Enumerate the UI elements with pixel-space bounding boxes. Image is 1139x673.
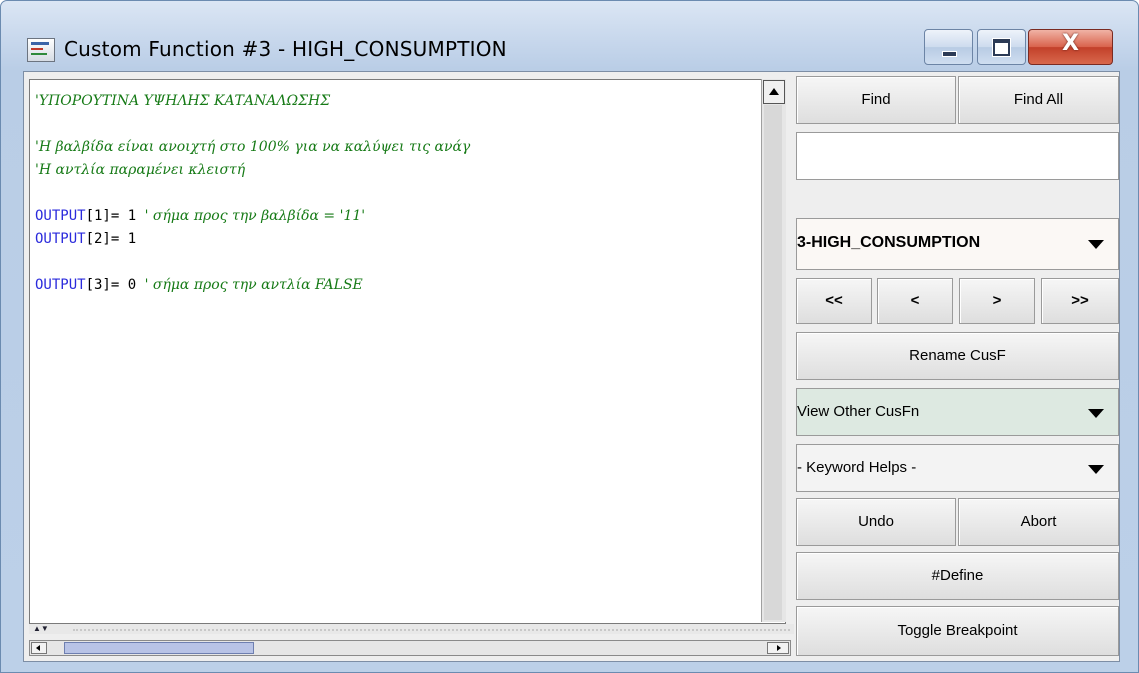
code-line[interactable]: 'ΥΠΟΡΟΥΤΙΝΑ ΥΨΗΛΗΣ ΚΑΤΑΝΑΛΩΣΗΣ [35,90,470,113]
scroll-right-arrow-icon[interactable] [767,642,789,654]
function-select-value: 3-HIGH_CONSUMPTION [797,234,981,251]
code-keyword: OUTPUT [35,208,86,224]
code-line[interactable]: OUTPUT[2]= 1 [35,228,470,251]
chevron-down-icon [1088,240,1104,249]
find-button-label: Find [861,91,891,108]
scroll-up-arrow-icon[interactable] [763,80,785,104]
maximize-button[interactable] [977,29,1026,65]
title-bar[interactable]: Custom Function #3 - HIGH_CONSUMPTION X [1,1,1138,71]
code-comment: 'ΥΠΟΡΟΥΤΙΝΑ ΥΨΗΛΗΣ ΚΑΤΑΝΑΛΩΣΗΣ [35,93,331,109]
search-input[interactable] [796,132,1119,180]
scrollbar-thumb[interactable] [64,642,254,654]
code-line[interactable]: 'Η αντλία παραμένει κλειστή [35,159,470,182]
keyword-helps-select-value: - Keyword Helps - [797,459,917,476]
code-comment: 'Η βαλβίδα είναι ανοιχτή στο 100% για να… [35,139,471,155]
view-other-select[interactable]: View Other CusFn [796,388,1119,436]
first-button-label: << [825,292,843,309]
function-select[interactable]: 3-HIGH_CONSUMPTION [796,218,1119,270]
scroll-left-arrow-icon[interactable] [31,642,47,654]
code-text-segment: [1]= 1 [85,208,145,224]
close-icon: X [1062,31,1079,56]
code-line[interactable] [35,182,470,205]
client-area: 'ΥΠΟΡΟΥΤΙΝΑ ΥΨΗΛΗΣ ΚΑΤΑΝΑΛΩΣΗΣ 'Η βαλβίδ… [23,71,1120,662]
app-icon [27,38,55,62]
previous-button-label: < [910,292,920,309]
code-editor[interactable]: 'ΥΠΟΡΟΥΤΙΝΑ ΥΨΗΛΗΣ ΚΑΤΑΝΑΛΩΣΗΣ 'Η βαλβίδ… [29,79,786,624]
splitter-handle[interactable] [73,629,790,633]
rename-button[interactable]: Rename CusF [796,332,1119,380]
code-keyword: OUTPUT [35,277,86,293]
minimize-icon [942,51,957,57]
next-button-label: > [992,292,1002,309]
code-comment: ' σήμα προς την αντλία FALSE [144,277,363,293]
code-line[interactable]: OUTPUT[1]= 1 ' σήμα προς την βαλβίδα = '… [35,205,470,228]
last-button[interactable]: >> [1041,278,1119,324]
undo-button[interactable]: Undo [796,498,956,546]
abort-button[interactable]: Abort [958,498,1119,546]
maximize-icon [993,39,1010,56]
minimize-button[interactable] [924,29,973,65]
close-button[interactable]: X [1028,29,1113,65]
code-line[interactable]: 'Η βαλβίδα είναι ανοιχτή στο 100% για να… [35,136,470,159]
code-line[interactable]: OUTPUT[3]= 0 ' σήμα προς την αντλία FALS… [35,274,470,297]
keyword-helps-select[interactable]: - Keyword Helps - [796,444,1119,492]
chevron-down-icon [1088,465,1104,474]
code-keyword: OUTPUT [35,231,86,247]
find-all-button-label: Find All [1013,91,1064,108]
code-line[interactable] [35,251,470,274]
find-button[interactable]: Find [796,76,956,124]
code-text[interactable]: 'ΥΠΟΡΟΥΤΙΝΑ ΥΨΗΛΗΣ ΚΑΤΑΝΑΛΩΣΗΣ 'Η βαλβίδ… [35,90,470,297]
abort-button-label: Abort [1020,513,1057,530]
window: Custom Function #3 - HIGH_CONSUMPTION X … [0,0,1139,673]
find-all-button[interactable]: Find All [958,76,1119,124]
view-other-select-value: View Other CusFn [797,403,920,420]
horizontal-scrollbar[interactable] [29,640,791,656]
last-button-label: >> [1071,292,1089,309]
define-button-label: #Define [931,567,984,584]
code-text-segment: [2]= 1 [85,231,137,247]
window-title: Custom Function #3 - HIGH_CONSUMPTION [64,37,507,61]
define-button[interactable]: #Define [796,552,1119,600]
side-panel: Find Find All 3-HIGH_CONSUMPTION << < > … [794,72,1119,661]
first-button[interactable]: << [796,278,872,324]
rename-button-label: Rename CusF [909,347,1006,364]
code-line[interactable] [35,113,470,136]
previous-button[interactable]: < [877,278,953,324]
toggle-breakpoint-button[interactable]: Toggle Breakpoint [796,606,1119,656]
code-comment: ' σήμα προς την βαλβίδα = '11' [144,208,366,224]
scrollbar-track[interactable] [764,105,782,620]
vertical-scrollbar[interactable] [761,79,786,622]
chevron-down-icon [1088,409,1104,418]
code-text-segment: [3]= 0 [85,277,145,293]
collapse-arrows-icon[interactable]: ▲▼ [33,624,49,633]
toggle-breakpoint-button-label: Toggle Breakpoint [897,622,1018,639]
code-comment: 'Η αντλία παραμένει κλειστή [35,162,246,178]
undo-button-label: Undo [858,513,894,530]
next-button[interactable]: > [959,278,1035,324]
split-strip[interactable]: ▲▼ [29,624,794,634]
